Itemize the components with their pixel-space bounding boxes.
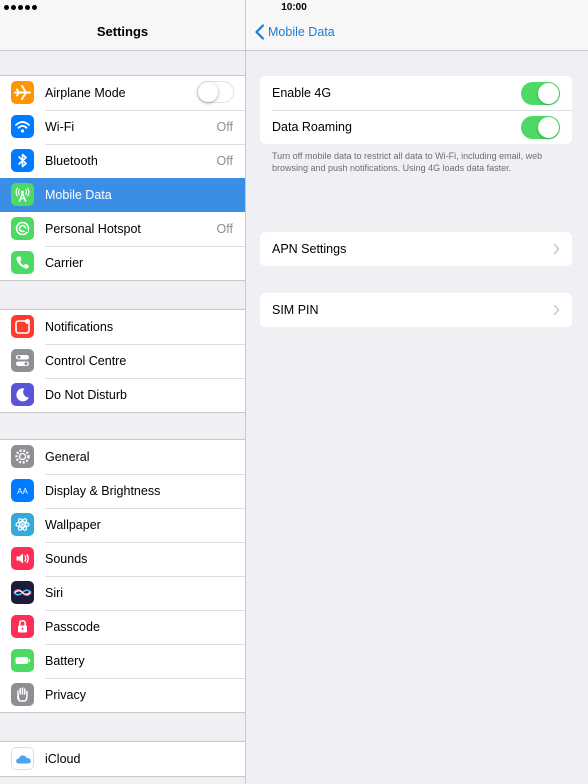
settings-sidebar: Settings Airplane Mode Wi-Fi Off Bluetoo…: [0, 16, 245, 784]
sidebar-item-label: Carrier: [45, 256, 84, 270]
sidebar-item-label: Notifications: [45, 320, 114, 334]
sidebar-item-label: Wallpaper: [45, 518, 101, 532]
sidebar-item-battery[interactable]: Battery: [0, 644, 245, 678]
sidebar-item-label: Personal Hotspot: [45, 222, 141, 236]
sidebar-item-mobile-data[interactable]: Mobile Data: [0, 178, 245, 212]
battery-icon: [11, 649, 34, 672]
apn-settings-label: APN Settings: [272, 242, 347, 256]
apn-settings-card: APN Settings: [260, 232, 572, 266]
cloud-icon: [11, 747, 34, 770]
settings-group-general: General AA Display & Brightness Wallpape…: [0, 439, 245, 713]
settings-group-accounts: iCloud: [0, 741, 245, 777]
sidebar-item-privacy[interactable]: Privacy: [0, 678, 245, 712]
sidebar-item-label: Airplane Mode: [45, 86, 126, 100]
enable-4g-row: Enable 4G: [260, 76, 572, 110]
status-bar: 10:00: [0, 0, 588, 16]
sidebar-item-label: Do Not Disturb: [45, 388, 127, 402]
lock-icon: [11, 615, 34, 638]
apn-settings-row[interactable]: APN Settings: [260, 232, 572, 266]
hotspot-icon: [11, 217, 34, 240]
sidebar-item-do-not-disturb[interactable]: Do Not Disturb: [0, 378, 245, 412]
sidebar-item-label: Siri: [45, 586, 64, 600]
sidebar-item-sounds[interactable]: Sounds: [0, 542, 245, 576]
mobile-data-options-card: Enable 4G Data Roaming: [260, 76, 572, 144]
sidebar-item-airplane-mode[interactable]: Airplane Mode: [0, 76, 245, 110]
back-button[interactable]: Mobile Data: [254, 16, 335, 48]
svg-text:AA: AA: [17, 487, 28, 496]
mobile-data-footnote: Turn off mobile data to restrict all dat…: [272, 151, 543, 173]
sidebar-item-label: Control Centre: [45, 354, 127, 368]
data-roaming-row: Data Roaming: [260, 110, 572, 144]
sidebar-item-wifi[interactable]: Wi-Fi Off: [0, 110, 245, 144]
sidebar-item-label: Bluetooth: [45, 154, 98, 168]
moon-icon: [11, 383, 34, 406]
sidebar-item-wallpaper[interactable]: Wallpaper: [0, 508, 245, 542]
sidebar-item-label: Display & Brightness: [45, 484, 161, 498]
phone-icon: [11, 251, 34, 274]
data-roaming-toggle[interactable]: [521, 116, 560, 139]
sim-pin-card: SIM PIN: [260, 293, 572, 327]
sidebar-item-label: Mobile Data: [45, 188, 112, 202]
sidebar-item-label: Sounds: [45, 552, 88, 566]
speaker-icon: [11, 547, 34, 570]
sidebar-item-bluetooth[interactable]: Bluetooth Off: [0, 144, 245, 178]
gear-icon: [11, 445, 34, 468]
siri-icon: [11, 581, 34, 604]
display-icon: AA: [11, 479, 34, 502]
bluetooth-status-value: Off: [216, 154, 233, 168]
sidebar-item-siri[interactable]: Siri: [0, 576, 245, 610]
sidebar-item-notifications[interactable]: Notifications: [0, 310, 245, 344]
sidebar-item-label: iCloud: [45, 752, 81, 766]
sidebar-item-label: Privacy: [45, 688, 86, 702]
antenna-icon: [11, 183, 34, 206]
chevron-left-icon: [255, 24, 265, 40]
sidebar-item-icloud[interactable]: iCloud: [0, 742, 245, 776]
sidebar-item-label: Battery: [45, 654, 85, 668]
sidebar-item-passcode[interactable]: Passcode: [0, 610, 245, 644]
data-roaming-label: Data Roaming: [272, 120, 352, 134]
hand-icon: [11, 683, 34, 706]
sidebar-item-display-brightness[interactable]: AA Display & Brightness: [0, 474, 245, 508]
detail-nav-bar: Mobile Data: [246, 16, 588, 51]
wifi-icon: [11, 115, 34, 138]
wallpaper-icon: [11, 513, 34, 536]
airplane-mode-toggle[interactable]: [197, 81, 234, 103]
mobile-data-detail-pane: Mobile Data Enable 4G Data Roaming Turn …: [246, 16, 588, 784]
bluetooth-icon: [11, 149, 34, 172]
enable-4g-label: Enable 4G: [272, 86, 332, 100]
control-centre-icon: [11, 349, 34, 372]
status-time: 10:00: [281, 2, 307, 13]
chevron-right-icon: [553, 243, 560, 255]
sidebar-item-label: Passcode: [45, 620, 100, 634]
sidebar-item-personal-hotspot[interactable]: Personal Hotspot Off: [0, 212, 245, 246]
sidebar-item-label: General: [45, 450, 90, 464]
settings-group-connectivity: Airplane Mode Wi-Fi Off Bluetooth Off Mo…: [0, 75, 245, 281]
sim-pin-row[interactable]: SIM PIN: [260, 293, 572, 327]
enable-4g-toggle[interactable]: [521, 82, 560, 105]
sim-pin-label: SIM PIN: [272, 303, 319, 317]
settings-title: Settings: [0, 16, 245, 51]
airplane-icon: [11, 81, 34, 104]
sidebar-item-label: Wi-Fi: [45, 120, 75, 134]
back-button-label: Mobile Data: [268, 25, 335, 39]
chevron-right-icon: [553, 304, 560, 316]
notifications-icon: [11, 315, 34, 338]
wifi-status-value: Off: [216, 120, 233, 134]
sidebar-item-control-centre[interactable]: Control Centre: [0, 344, 245, 378]
sidebar-item-carrier[interactable]: Carrier: [0, 246, 245, 280]
sidebar-item-general[interactable]: General: [0, 440, 245, 474]
settings-group-notifications: Notifications Control Centre Do Not Dist…: [0, 309, 245, 413]
hotspot-status-value: Off: [216, 222, 233, 236]
